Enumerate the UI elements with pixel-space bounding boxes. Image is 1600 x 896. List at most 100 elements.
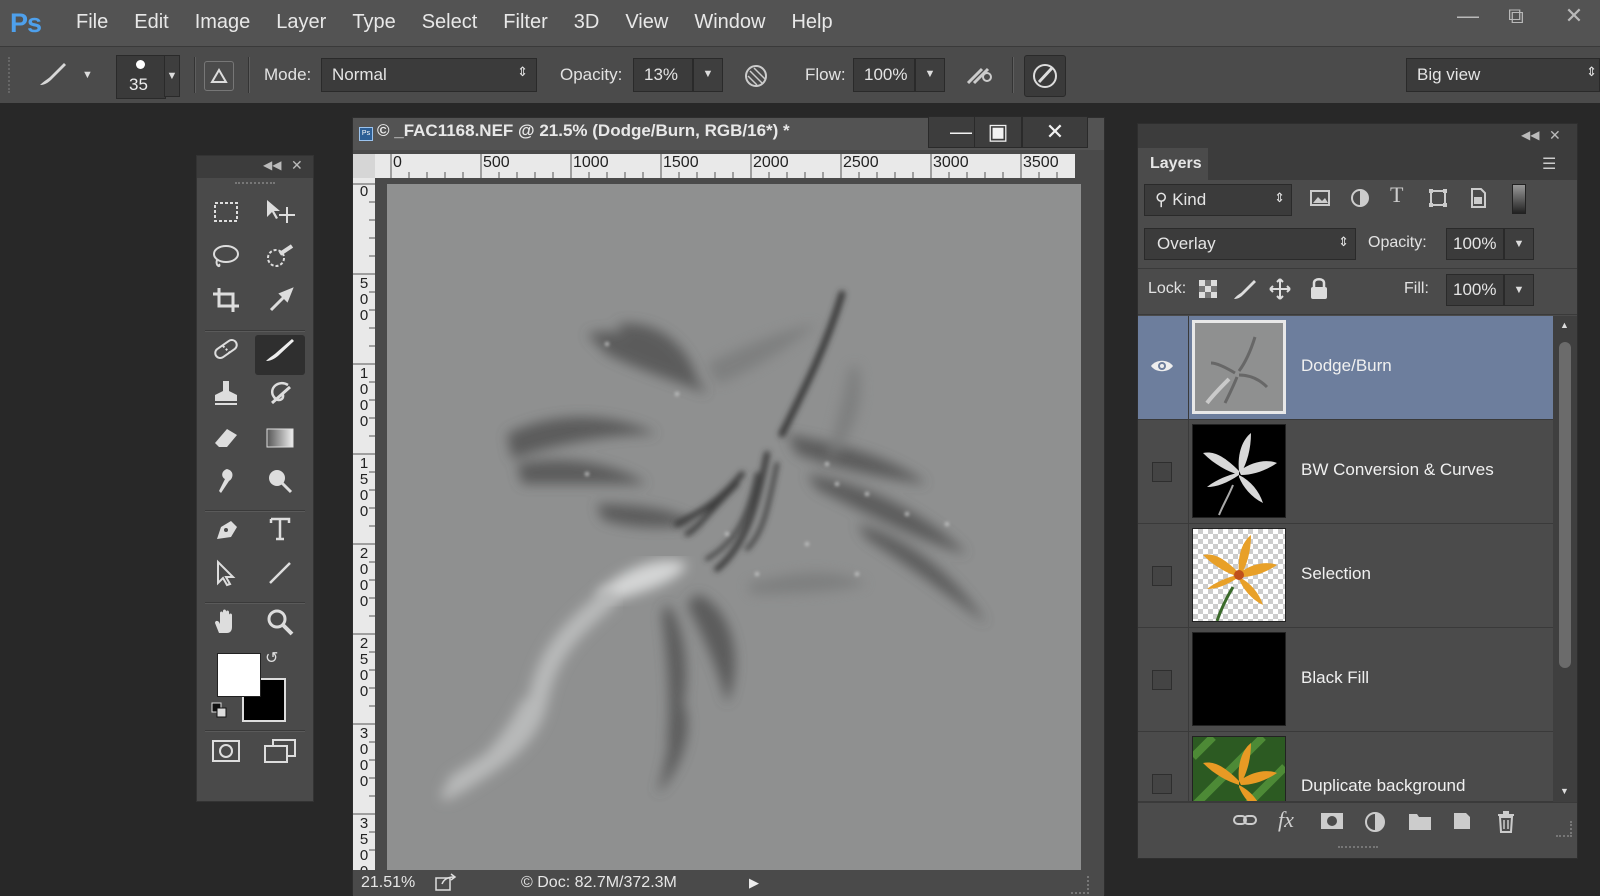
layer-thumbnail[interactable]: [1192, 632, 1286, 726]
layer-opacity-dropdown-icon[interactable]: ▼: [1504, 228, 1534, 260]
type-layer-filter-icon[interactable]: T: [1390, 182, 1403, 208]
marquee-tool-icon[interactable]: [205, 197, 247, 237]
flow-input[interactable]: 100%: [853, 58, 915, 92]
smudge-tool-icon[interactable]: [205, 467, 247, 507]
brush-preset-dropdown-icon[interactable]: ▼: [82, 69, 93, 81]
path-selection-tool-icon[interactable]: [205, 559, 247, 599]
minimize-app-button[interactable]: —: [1444, 2, 1492, 32]
layers-panel-header[interactable]: ◀◀ ✕: [1138, 124, 1577, 148]
layer-thumbnail[interactable]: [1192, 424, 1286, 518]
ruler-origin[interactable]: [353, 154, 375, 178]
fill-dropdown-icon[interactable]: ▼: [1504, 274, 1534, 306]
brush-preset-icon[interactable]: [34, 59, 70, 89]
tools-grip[interactable]: [235, 182, 275, 188]
lock-pixels-icon[interactable]: [1232, 277, 1258, 306]
menu-view[interactable]: View: [625, 11, 668, 34]
restore-app-button[interactable]: ⧉: [1492, 2, 1540, 32]
opacity-input[interactable]: 13%: [633, 58, 693, 92]
collapse-icon[interactable]: ◀◀: [1521, 128, 1539, 142]
layer-opacity-input[interactable]: 100%: [1446, 228, 1504, 260]
options-bar-grip[interactable]: [8, 57, 14, 93]
new-adjustment-layer-icon[interactable]: [1364, 811, 1386, 839]
eyedropper-tool-icon[interactable]: [259, 286, 301, 326]
panel-bottom-grip[interactable]: [1338, 846, 1378, 852]
quick-mask-icon[interactable]: [205, 736, 247, 776]
smart-object-filter-icon[interactable]: [1466, 186, 1490, 215]
layer-name[interactable]: Dodge/Burn: [1301, 356, 1392, 376]
zoom-level[interactable]: 21.51%: [361, 874, 415, 892]
link-layers-icon[interactable]: [1232, 811, 1258, 835]
shape-layer-filter-icon[interactable]: [1426, 186, 1450, 215]
menu-select[interactable]: Select: [422, 11, 478, 34]
type-tool-icon[interactable]: [259, 515, 301, 555]
screen-mode-icon[interactable]: [259, 736, 301, 776]
gradient-tool-icon[interactable]: [259, 423, 301, 463]
workspace-select[interactable]: Big view ⇕: [1406, 58, 1600, 92]
layer-thumbnail[interactable]: [1192, 736, 1286, 801]
eye-icon[interactable]: [1150, 358, 1174, 379]
brush-tool-icon[interactable]: [255, 335, 305, 375]
menu-edit[interactable]: Edit: [134, 11, 168, 34]
quick-selection-tool-icon[interactable]: [259, 242, 301, 282]
brush-panel-toggle-icon[interactable]: [204, 61, 234, 91]
document-maximize-button[interactable]: ▣: [974, 116, 1022, 148]
document-close-button[interactable]: ✕: [1022, 116, 1088, 148]
brush-size-dropdown-icon[interactable]: ▼: [164, 55, 180, 97]
lasso-tool-icon[interactable]: [205, 242, 247, 282]
new-group-icon[interactable]: [1408, 811, 1432, 837]
scroll-up-icon[interactable]: ▲: [1560, 320, 1569, 330]
horizontal-ruler[interactable]: 0 500 1000 1500 2000 2500 3000 3500: [375, 154, 1075, 178]
clone-stamp-tool-icon[interactable]: [205, 379, 247, 419]
layer-row-duplicate-background[interactable]: Duplicate background: [1138, 732, 1553, 802]
collapse-icon[interactable]: ◀◀: [263, 158, 281, 172]
status-menu-arrow-icon[interactable]: ▶: [749, 875, 759, 891]
lock-position-icon[interactable]: [1268, 277, 1292, 306]
layers-scrollbar[interactable]: ▲ ▼: [1553, 316, 1577, 802]
close-app-button[interactable]: ✕: [1550, 2, 1598, 32]
menu-window[interactable]: Window: [694, 11, 765, 34]
move-tool-icon[interactable]: [259, 197, 301, 237]
layer-filter-select[interactable]: ⚲ Kind ⇕: [1144, 184, 1292, 216]
visibility-toggle[interactable]: [1152, 670, 1172, 690]
dodge-tool-icon[interactable]: [259, 467, 301, 507]
scroll-down-icon[interactable]: ▼: [1560, 786, 1569, 796]
menu-type[interactable]: Type: [352, 11, 395, 34]
swap-colors-icon[interactable]: ↺: [265, 648, 278, 668]
delete-layer-icon[interactable]: [1496, 811, 1516, 839]
mode-select[interactable]: Normal ⇕: [321, 58, 537, 92]
close-panel-icon[interactable]: ✕: [1549, 127, 1561, 144]
layer-name[interactable]: Black Fill: [1301, 668, 1369, 688]
default-colors-icon[interactable]: [211, 702, 227, 718]
tab-layers[interactable]: Layers: [1138, 148, 1208, 180]
layer-thumbnail[interactable]: [1192, 528, 1286, 622]
pixel-layer-filter-icon[interactable]: [1308, 186, 1332, 215]
resize-grip[interactable]: [1556, 821, 1572, 837]
layer-row-dodge-burn[interactable]: Dodge/Burn: [1138, 316, 1553, 420]
menu-filter[interactable]: Filter: [503, 11, 547, 34]
airbrush-icon[interactable]: [962, 59, 996, 91]
flow-dropdown-icon[interactable]: ▼: [915, 58, 945, 92]
filter-toggle-switch[interactable]: [1512, 184, 1526, 214]
layer-thumbnail[interactable]: [1192, 320, 1286, 414]
layer-name[interactable]: Duplicate background: [1301, 776, 1465, 796]
vertical-ruler[interactable]: 0 500 1000 1500 2000 2500 3000 3500: [353, 178, 375, 870]
line-tool-icon[interactable]: [259, 559, 301, 599]
zoom-tool-icon[interactable]: [259, 607, 301, 647]
menu-file[interactable]: File: [76, 11, 108, 34]
hand-tool-icon[interactable]: [205, 607, 247, 647]
menu-help[interactable]: Help: [791, 11, 832, 34]
menu-layer[interactable]: Layer: [276, 11, 326, 34]
close-panel-icon[interactable]: ✕: [291, 157, 303, 174]
adjustment-layer-filter-icon[interactable]: [1348, 186, 1372, 215]
healing-brush-tool-icon[interactable]: [205, 335, 247, 375]
panel-menu-icon[interactable]: ☰: [1542, 154, 1556, 174]
fx-icon[interactable]: fx: [1278, 807, 1294, 833]
crop-tool-icon[interactable]: [205, 286, 247, 326]
pressure-opacity-icon[interactable]: [740, 59, 772, 91]
scrollbar-thumb[interactable]: [1559, 342, 1571, 668]
eraser-tool-icon[interactable]: [205, 423, 247, 463]
layer-row-black-fill[interactable]: Black Fill: [1138, 628, 1553, 732]
image-canvas[interactable]: [387, 184, 1081, 876]
layer-name[interactable]: Selection: [1301, 564, 1371, 584]
opacity-dropdown-icon[interactable]: ▼: [693, 58, 723, 92]
